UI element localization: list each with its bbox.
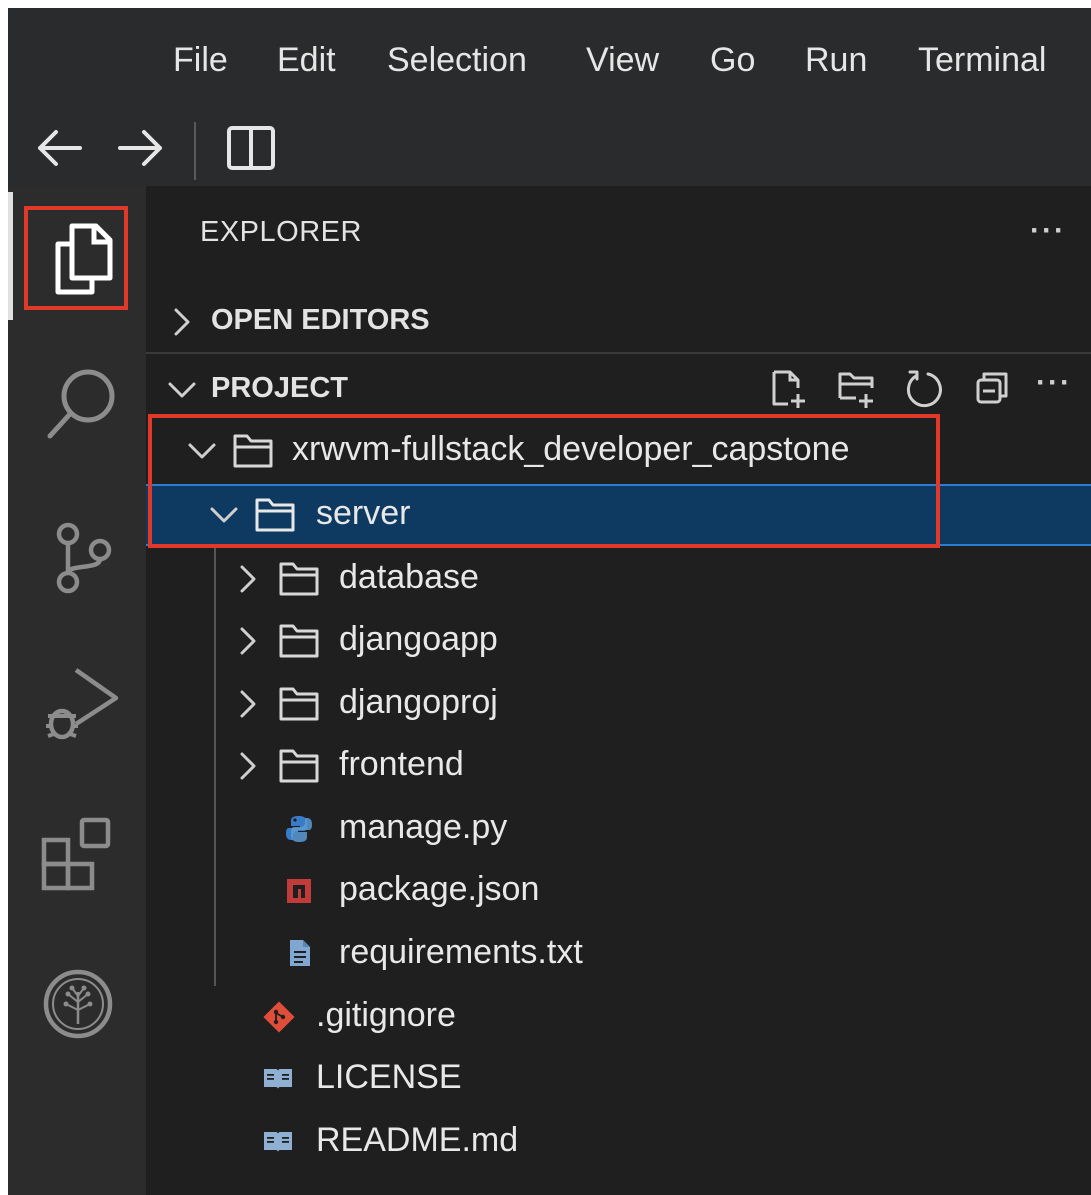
tree-item-label: .gitignore: [316, 996, 456, 1034]
extensions-icon[interactable]: [30, 804, 126, 900]
new-folder-icon[interactable]: [834, 366, 880, 412]
title-bar: File Edit Selection View Go Run Terminal: [8, 8, 1091, 186]
menu-go[interactable]: Go: [710, 30, 755, 90]
run-debug-icon[interactable]: [30, 656, 126, 752]
menu-file[interactable]: File: [173, 30, 228, 90]
tree-badge-icon[interactable]: [30, 956, 126, 1052]
section-divider: [146, 352, 1091, 354]
project-label: PROJECT: [211, 372, 348, 404]
source-control-icon[interactable]: [30, 506, 126, 602]
menu-terminal[interactable]: Terminal: [918, 30, 1046, 90]
tree-folder-server[interactable]: server: [146, 484, 1091, 546]
vscode-window: File Edit Selection View Go Run Terminal: [8, 8, 1091, 1195]
tree-item-label: frontend: [339, 745, 464, 783]
tree-item-label: djangoproj: [339, 683, 498, 721]
tree-item-label: xrwvm-fullstack_developer_capstone: [292, 430, 850, 468]
tree-item-label: manage.py: [339, 808, 508, 846]
tree-item-label: server: [316, 494, 411, 532]
tree-folder-djangoproj[interactable]: djangoproj: [146, 673, 1091, 735]
chevron-down-icon: [188, 443, 216, 459]
explorer-sidebar: EXPLORER ··· OPEN EDITORS PROJECT ··· xr…: [146, 186, 1091, 1195]
menu-selection[interactable]: Selection: [387, 30, 527, 90]
book-file-icon: [264, 1132, 292, 1152]
explorer-more-actions-icon[interactable]: ···: [1030, 214, 1066, 248]
tree-folder-root[interactable]: xrwvm-fullstack_developer_capstone: [146, 420, 1091, 482]
tree-item-label: LICENSE: [316, 1058, 462, 1096]
folder-icon: [279, 749, 319, 783]
npm-file-icon: [287, 879, 311, 903]
chevron-down-icon: [210, 507, 238, 523]
tree-file-readme[interactable]: README.md: [146, 1111, 1091, 1173]
folder-icon: [279, 624, 319, 658]
chevron-right-icon: [240, 565, 256, 593]
chevron-right-icon: [174, 308, 190, 336]
tree-file-gitignore[interactable]: .gitignore: [146, 986, 1091, 1048]
menu-run[interactable]: Run: [805, 30, 867, 90]
tree-file-requirements-txt[interactable]: requirements.txt: [146, 923, 1091, 985]
tree-file-package-json[interactable]: package.json: [146, 860, 1091, 922]
chevron-right-icon: [240, 627, 256, 655]
nav-separator: [194, 122, 196, 180]
open-editors-label: OPEN EDITORS: [211, 304, 430, 336]
tree-item-label: database: [339, 558, 479, 596]
tree-file-license[interactable]: LICENSE: [146, 1048, 1091, 1110]
tree-file-manage-py[interactable]: manage.py: [146, 798, 1091, 860]
new-file-icon[interactable]: [766, 366, 812, 412]
collapse-all-icon[interactable]: [970, 366, 1016, 412]
tree-folder-frontend[interactable]: frontend: [146, 735, 1091, 797]
explorer-title: EXPLORER: [200, 216, 362, 248]
tree-item-label: requirements.txt: [339, 933, 583, 971]
text-file-icon: [290, 940, 310, 966]
explorer-files-icon[interactable]: [30, 208, 126, 304]
folder-icon: [279, 687, 319, 721]
open-editors-section[interactable]: OPEN EDITORS: [146, 290, 1091, 352]
chevron-right-icon: [240, 752, 256, 780]
back-arrow-icon[interactable]: [32, 116, 88, 180]
activity-bar: [8, 186, 146, 1195]
active-indicator: [8, 192, 13, 320]
menu-view[interactable]: View: [586, 30, 659, 90]
tree-item-label: djangoapp: [339, 620, 498, 658]
project-more-actions-icon[interactable]: ···: [1036, 366, 1072, 400]
forward-arrow-icon[interactable]: [112, 116, 168, 180]
chevron-right-icon: [240, 690, 256, 718]
python-file-icon: [286, 816, 312, 842]
tree-item-label: README.md: [316, 1121, 519, 1159]
chevron-down-icon: [168, 382, 196, 398]
refresh-icon[interactable]: [902, 366, 948, 412]
git-file-icon: [263, 1001, 295, 1033]
menu-edit[interactable]: Edit: [277, 30, 336, 90]
search-icon[interactable]: [30, 358, 126, 454]
folder-icon: [255, 498, 295, 532]
book-file-icon: [264, 1069, 292, 1089]
folder-icon: [279, 562, 319, 596]
project-section[interactable]: PROJECT ···: [146, 358, 1091, 420]
tree-folder-database[interactable]: database: [146, 548, 1091, 610]
folder-icon: [233, 434, 273, 468]
tree-item-label: package.json: [339, 870, 540, 908]
toggle-layout-icon[interactable]: [222, 116, 278, 180]
tree-folder-djangoapp[interactable]: djangoapp: [146, 610, 1091, 672]
